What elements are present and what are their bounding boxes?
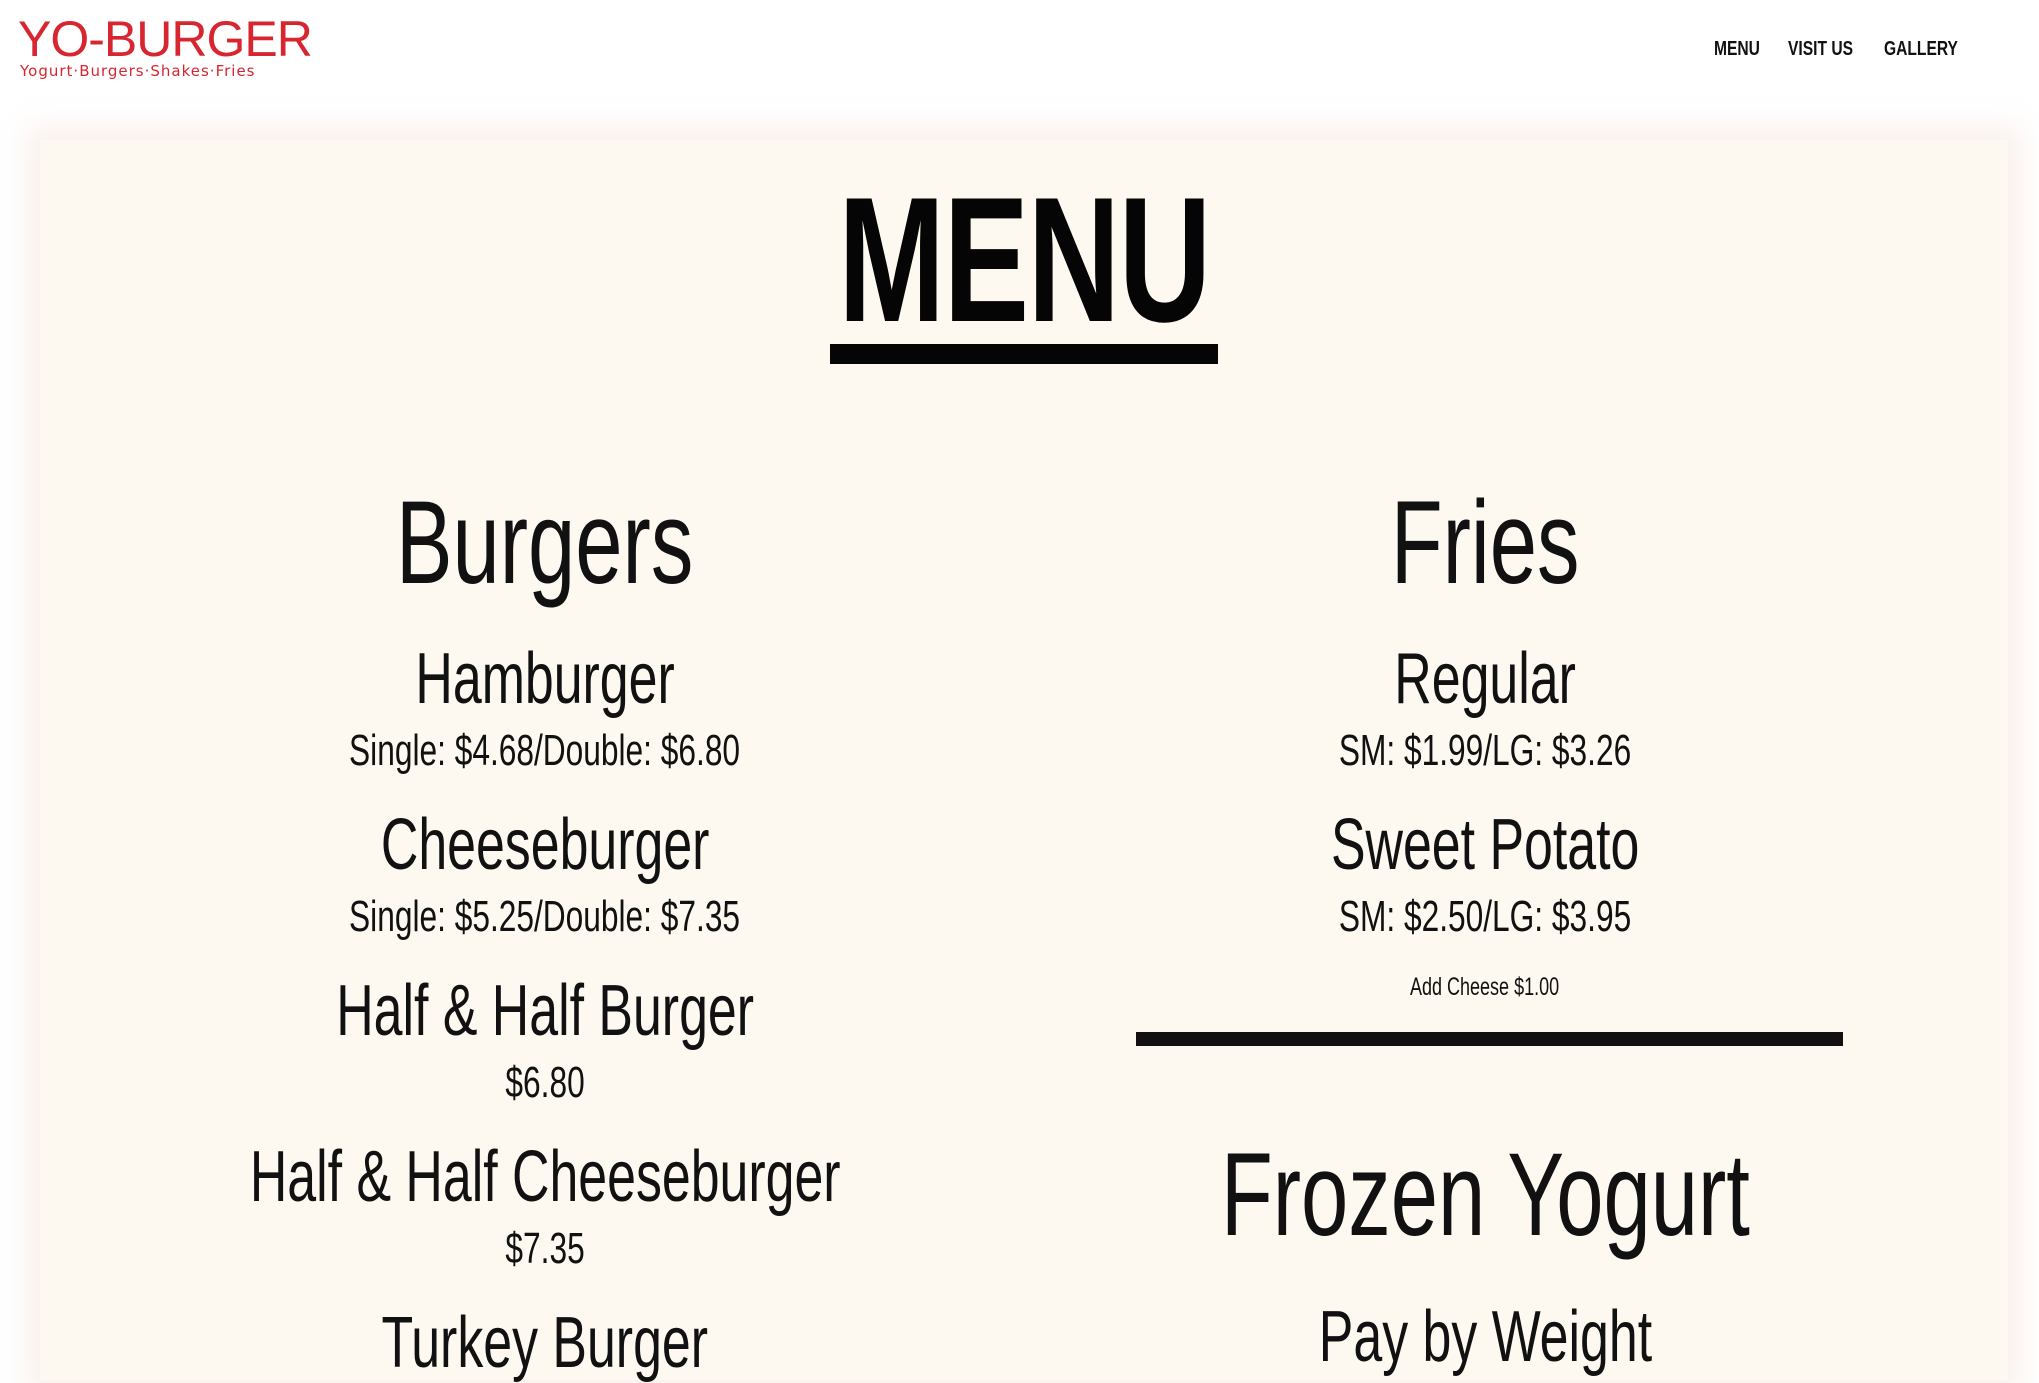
menu-item-name: Regular — [1394, 639, 1576, 719]
menu-item-price: $6.80 — [505, 1058, 585, 1107]
logo-tagline: Yogurt·Burgers·Shakes·Fries — [20, 62, 256, 80]
menu-item-name: Sweet Potato — [1330, 805, 1640, 885]
nav-menu-link[interactable]: MENU — [1714, 38, 1760, 61]
frozen-yogurt-subtitle: Pay by Weight — [1318, 1297, 1652, 1377]
menu-item-name: Half & Half Burger — [336, 971, 754, 1051]
brand-logo[interactable]: YO-BURGER Yogurt·Burgers·Shakes·Fries — [18, 12, 313, 84]
menu-card: MENU Burgers Hamburger Single: $4.68/Dou… — [40, 140, 2008, 1383]
menu-item-name: Cheeseburger — [380, 805, 710, 885]
menu-item-name: Turkey Burger — [381, 1303, 709, 1383]
menu-item-name: Hamburger — [415, 639, 675, 719]
add-cheese-note: Add Cheese $1.00 — [1410, 973, 1560, 1001]
menu-item-price: Single: $4.68/Double: $6.80 — [349, 726, 741, 775]
fries-heading: Fries — [1390, 477, 1580, 609]
menu-item-price: $7.35 — [505, 1224, 585, 1273]
menu-item-price: SM: $1.99/LG: $3.26 — [1338, 726, 1632, 775]
frozen-yogurt-heading: Frozen Yogurt — [1220, 1129, 1750, 1261]
menu-item-price: Single: $5.25/Double: $7.35 — [349, 892, 741, 941]
menu-item-price: SM: $2.50/LG: $3.95 — [1338, 892, 1632, 941]
nav-visit-us-link[interactable]: VISIT US — [1788, 38, 1853, 61]
menu-item-name: Half & Half Cheeseburger — [249, 1137, 841, 1217]
section-divider — [1136, 1032, 1843, 1046]
title-underline — [830, 344, 1218, 364]
page-title: MENU — [838, 160, 1211, 359]
nav-gallery-link[interactable]: GALLERY — [1884, 38, 1958, 61]
site-header: YO-BURGER Yogurt·Burgers·Shakes·Fries ME… — [0, 0, 2039, 120]
logo-wordmark: YO-BURGER — [18, 11, 313, 67]
burgers-heading: Burgers — [396, 477, 694, 609]
